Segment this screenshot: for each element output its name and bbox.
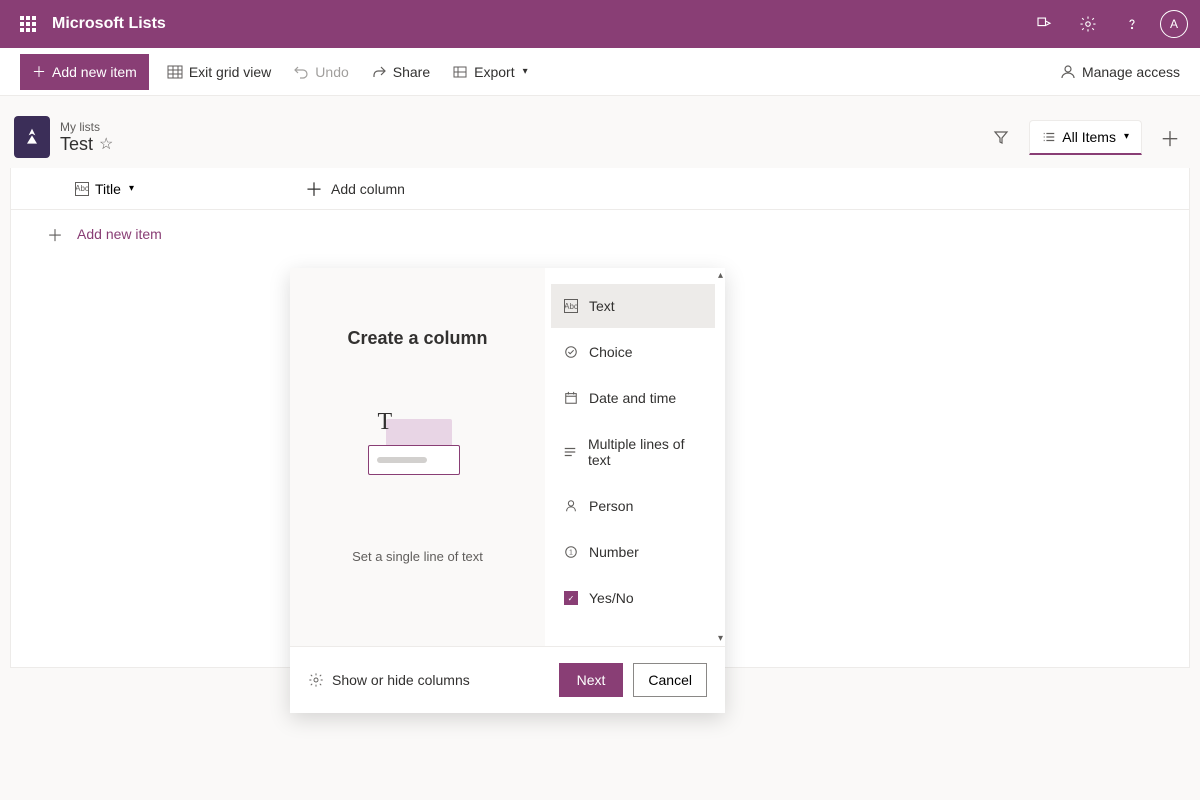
list-view-icon xyxy=(1042,130,1056,144)
next-button[interactable]: Next xyxy=(559,663,624,697)
undo-icon xyxy=(293,64,309,80)
panel-subtext: Set a single line of text xyxy=(352,549,483,564)
share-icon xyxy=(371,64,387,80)
panel-preview: Create a column T Set a single line of t… xyxy=(290,268,545,646)
add-view-button[interactable]: ＋ xyxy=(1154,121,1186,153)
undo-button[interactable]: Undo xyxy=(289,60,352,84)
column-type-list[interactable]: ▴ Abc Text Choice Date and time Multiple… xyxy=(545,268,725,646)
column-type-multiline[interactable]: Multiple lines of text xyxy=(551,422,715,482)
add-item-row[interactable]: ＋ Add new item xyxy=(11,210,1189,258)
text-icon: Abc xyxy=(563,298,579,314)
view-selector[interactable]: All Items ▾ xyxy=(1029,120,1142,155)
premium-icon[interactable] xyxy=(1028,8,1060,40)
number-icon: 1 xyxy=(563,544,579,560)
manage-access-button[interactable]: Manage access xyxy=(1060,64,1180,80)
plus-icon: ＋ xyxy=(305,176,323,202)
list-title: Test xyxy=(60,134,93,155)
column-header-title[interactable]: Abc Title ▾ xyxy=(11,181,281,197)
share-button[interactable]: Share xyxy=(367,60,434,84)
add-new-item-button[interactable]: ＋ Add new item xyxy=(20,54,149,90)
plus-icon: ＋ xyxy=(47,222,63,246)
filter-icon[interactable] xyxy=(985,121,1017,153)
grid-icon xyxy=(167,64,183,80)
favorite-star-icon[interactable]: ☆ xyxy=(99,134,113,154)
chevron-down-icon: ▾ xyxy=(1124,131,1129,142)
list-header: My lists Test ☆ All Items ▾ ＋ xyxy=(0,96,1200,168)
app-title: Microsoft Lists xyxy=(52,15,166,33)
create-column-panel: Create a column T Set a single line of t… xyxy=(290,268,725,713)
plus-icon: ＋ xyxy=(32,62,46,82)
help-icon[interactable] xyxy=(1116,8,1148,40)
command-toolbar: ＋ Add new item Exit grid view Undo Share… xyxy=(0,48,1200,96)
list-icon xyxy=(14,116,50,158)
column-type-yesno[interactable]: ✓ Yes/No xyxy=(551,576,715,620)
breadcrumb[interactable]: My lists xyxy=(60,120,113,134)
person-icon xyxy=(1060,64,1076,80)
svg-text:1: 1 xyxy=(569,550,573,557)
exit-grid-view-button[interactable]: Exit grid view xyxy=(163,60,275,84)
show-hide-columns-button[interactable]: Show or hide columns xyxy=(308,672,470,688)
panel-heading: Create a column xyxy=(347,328,487,349)
user-avatar[interactable]: A xyxy=(1160,10,1188,38)
column-type-number[interactable]: 1 Number xyxy=(551,530,715,574)
scroll-down-icon[interactable]: ▾ xyxy=(718,633,723,644)
add-column-button[interactable]: ＋ Add column xyxy=(281,176,405,202)
gear-icon xyxy=(308,672,324,688)
column-type-person[interactable]: Person xyxy=(551,484,715,528)
cancel-button[interactable]: Cancel xyxy=(633,663,707,697)
scroll-up-icon[interactable]: ▴ xyxy=(718,270,723,281)
text-column-icon: Abc xyxy=(75,182,89,196)
chevron-down-icon: ▾ xyxy=(523,66,528,77)
column-type-illustration: T xyxy=(368,419,468,489)
app-launcher-icon[interactable] xyxy=(12,8,44,40)
column-type-text[interactable]: Abc Text xyxy=(551,284,715,328)
choice-icon xyxy=(563,344,579,360)
calendar-icon xyxy=(563,390,579,406)
column-type-choice[interactable]: Choice xyxy=(551,330,715,374)
column-type-datetime[interactable]: Date and time xyxy=(551,376,715,420)
multiline-icon xyxy=(563,444,578,460)
export-icon xyxy=(452,64,468,80)
app-header: Microsoft Lists A xyxy=(0,0,1200,48)
chevron-down-icon: ▾ xyxy=(129,183,134,194)
settings-icon[interactable] xyxy=(1072,8,1104,40)
export-button[interactable]: Export ▾ xyxy=(448,60,532,84)
person-icon xyxy=(563,498,579,514)
yesno-icon: ✓ xyxy=(563,590,579,606)
